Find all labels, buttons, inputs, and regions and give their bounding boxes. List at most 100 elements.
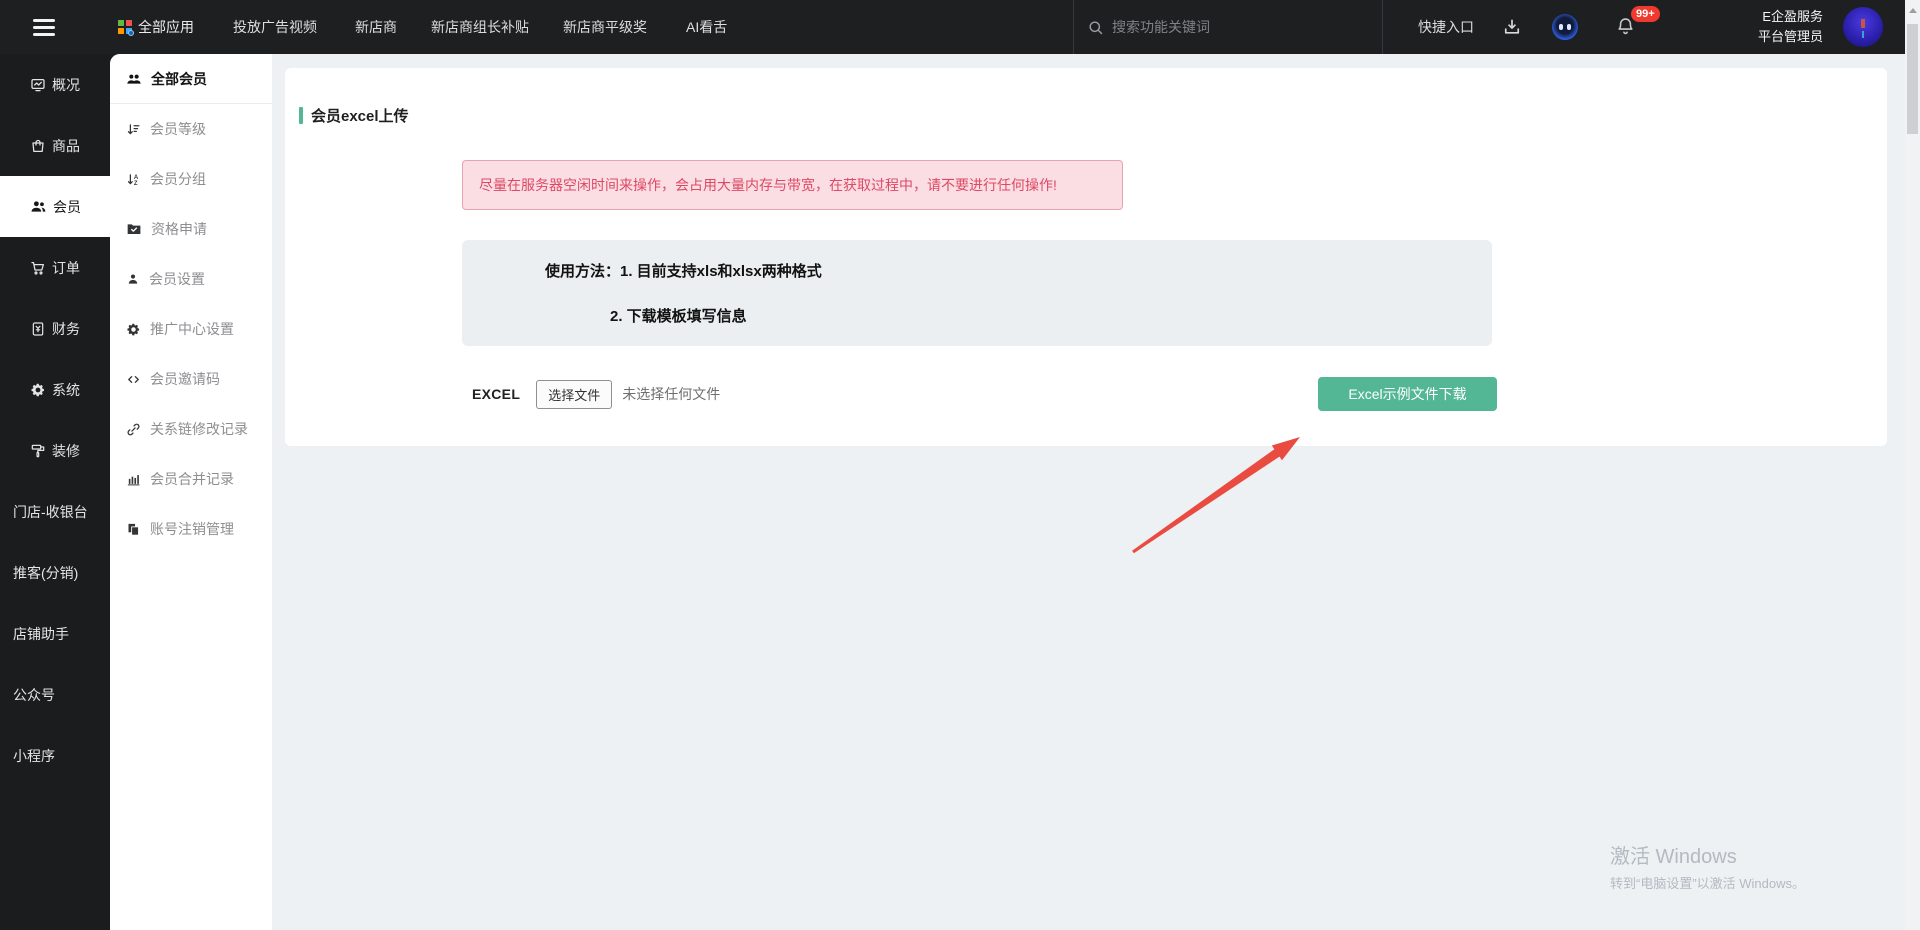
sidebar-label: 概况 [52,75,80,95]
sidebar-item-members[interactable]: 会员 [0,176,110,237]
svg-text:A: A [134,174,139,180]
submenu-label: 推广中心设置 [150,319,234,339]
hamburger-menu-icon[interactable] [33,19,55,36]
windows-activation-watermark: 激活 Windows 转到“电脑设置”以激活 Windows。 [1610,845,1805,892]
sidebar-label: 店铺助手 [13,624,69,644]
menu-item-new-shop[interactable]: 新店商 [355,0,397,54]
submenu-item-member-group[interactable]: A Z 会员分组 [110,154,272,204]
sidebar-item-overview[interactable]: 概况 [0,54,110,115]
download-icon[interactable] [1502,17,1522,37]
sidebar-item-orders[interactable]: 订单 [0,237,110,298]
sidebar-label: 推客(分销) [13,563,78,583]
submenu-label: 会员邀请码 [150,369,220,389]
sidebar-item-shop-assistant[interactable]: 店铺助手 [0,603,110,664]
submenu-label: 会员设置 [149,269,205,289]
app-window: 全部应用 投放广告视频 新店商 新店商组长补贴 新店商平级奖 AI看舌 搜索功能… [0,0,1920,930]
sidebar-label: 商品 [52,136,80,156]
title-accent-bar [299,107,303,124]
submenu-label: 会员等级 [150,119,206,139]
quick-entry-button[interactable]: 快捷入口 [1418,0,1474,54]
sidebar-label: 系统 [52,380,80,400]
warning-banner: 尽量在服务器空闲时间来操作，会占用大量内存与带宽，在获取过程中，请不要进行任何操… [462,160,1123,210]
submenu-label: 全部会员 [151,69,207,89]
all-members-icon [126,71,142,87]
user-info[interactable]: E企盈服务 平台管理员 [1758,7,1823,47]
menu-item-leader-bonus[interactable]: 新店商组长补贴 [431,0,529,54]
merge-log-icon [126,472,141,487]
sidebar-item-goods[interactable]: 商品 [0,115,110,176]
relation-log-icon [126,422,141,437]
scrollbar-thumb[interactable] [1907,24,1918,134]
top-navbar: 全部应用 投放广告视频 新店商 新店商组长补贴 新店商平级奖 AI看舌 搜索功能… [0,0,1905,54]
apps-grid-icon [118,20,132,34]
system-icon [30,382,46,398]
usage-instructions: 使用方法：1. 目前支持xls和xlsx两种格式 2. 下载模板填写信息 [462,240,1492,346]
menu-item-ad-video[interactable]: 投放广告视频 [233,0,317,54]
sidebar-item-finance[interactable]: 财务 [0,298,110,359]
qualification-icon [126,221,142,237]
member-submenu: 全部会员 会员等级 A Z 会员分组 [110,54,272,930]
usage-line-1: 使用方法：1. 目前支持xls和xlsx两种格式 [545,260,822,281]
scroll-up-arrow-icon[interactable] [1909,8,1917,13]
upload-card: 会员excel上传 尽量在服务器空闲时间来操作，会占用大量内存与带宽，在获取过程… [285,68,1887,446]
submenu-item-invite-code[interactable]: 会员邀请码 [110,354,272,404]
watermark-line-1: 激活 Windows [1610,845,1805,869]
sidebar-label: 财务 [52,319,80,339]
notification-badge: 99+ [1631,6,1660,22]
page-title: 会员excel上传 [299,105,409,126]
sidebar-item-store-cashier[interactable]: 门店-收银台 [0,481,110,542]
submenu-item-promotion-settings[interactable]: 推广中心设置 [110,304,272,354]
watermark-line-2: 转到“电脑设置”以激活 Windows。 [1610,873,1805,892]
submenu-item-account-cancellation[interactable]: 账号注销管理 [110,504,272,554]
submenu-item-all-members[interactable]: 全部会员 [110,54,272,104]
search-placeholder: 搜索功能关键词 [1112,17,1210,37]
main-sidebar: 概况 商品 会员 订单 财务 [0,54,110,930]
sidebar-item-decorate[interactable]: 装修 [0,420,110,481]
finance-icon [30,321,46,337]
overview-icon [30,77,46,93]
submenu-item-member-level[interactable]: 会员等级 [110,104,272,154]
excel-sample-download-button[interactable]: Excel示例文件下载 [1318,377,1497,411]
submenu-label: 会员合并记录 [150,469,234,489]
sidebar-label: 小程序 [13,746,55,766]
sidebar-item-official-account[interactable]: 公众号 [0,664,110,725]
members-icon [30,198,47,215]
sidebar-label: 装修 [52,441,80,461]
submenu-label: 资格申请 [151,219,207,239]
sidebar-label: 会员 [53,197,81,217]
decorate-icon [30,443,46,459]
search-icon [1087,19,1104,36]
submenu-label: 关系链修改记录 [150,419,248,439]
all-apps-button[interactable]: 全部应用 [118,0,194,54]
member-settings-icon [126,272,140,286]
goods-icon [30,138,46,154]
choose-file-button[interactable]: 选择文件 [536,380,612,409]
usage-line-2: 2. 下载模板填写信息 [610,305,747,326]
sidebar-item-mini-program[interactable]: 小程序 [0,725,110,786]
sidebar-item-system[interactable]: 系统 [0,359,110,420]
submenu-item-member-settings[interactable]: 会员设置 [110,254,272,304]
scrollbar-track[interactable] [1905,0,1920,930]
orders-icon [30,260,46,276]
search-input[interactable]: 搜索功能关键词 [1073,0,1383,54]
submenu-item-qualification[interactable]: 资格申请 [110,204,272,254]
workspace: 全部会员 会员等级 A Z 会员分组 [110,54,1905,930]
submenu-item-merge-log[interactable]: 会员合并记录 [110,454,272,504]
sidebar-label: 公众号 [13,685,55,705]
promotion-settings-icon [126,322,141,337]
invite-code-icon [126,372,141,387]
menu-item-ai-tongue[interactable]: AI看舌 [686,0,727,54]
svg-text:Z: Z [134,181,138,187]
org-name: E企盈服务 [1758,7,1823,27]
excel-field-label: EXCEL [472,386,520,402]
ai-assistant-icon[interactable] [1552,14,1578,40]
submenu-label: 会员分组 [150,169,206,189]
avatar[interactable] [1843,7,1883,47]
sidebar-item-distribution[interactable]: 推客(分销) [0,542,110,603]
account-cancellation-icon [126,522,141,537]
submenu-label: 账号注销管理 [150,519,234,539]
file-status-text: 未选择任何文件 [622,384,720,404]
menu-item-peer-award[interactable]: 新店商平级奖 [563,0,647,54]
submenu-item-relation-log[interactable]: 关系链修改记录 [110,404,272,454]
all-apps-label: 全部应用 [138,17,194,37]
